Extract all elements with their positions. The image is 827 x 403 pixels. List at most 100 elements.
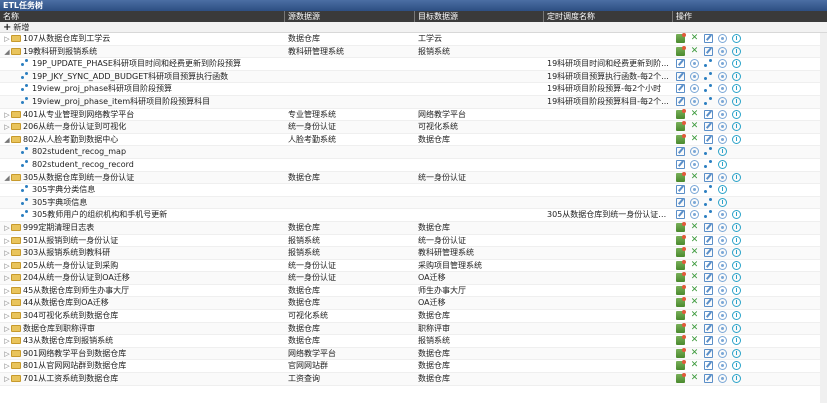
schedule-icon[interactable] [732,71,741,81]
tree-row[interactable]: ▷ 206从统一身份认证到可视化 统一身份认证 可视化系统 ✕ [0,121,827,134]
delete-icon[interactable]: ✕ [690,348,699,358]
edit-icon[interactable] [676,210,685,220]
view-icon[interactable] [690,147,699,157]
edit-icon[interactable] [704,222,713,232]
import-icon[interactable] [676,247,686,258]
edit-icon[interactable] [704,374,713,384]
view-icon[interactable] [718,311,727,321]
view-icon[interactable] [690,84,699,94]
view-icon[interactable] [690,59,699,69]
schedule-icon[interactable] [718,197,727,207]
edit-icon[interactable] [676,147,685,157]
tree-row[interactable]: ▷ 45从数据仓库到师生办事大厅 数据仓库 师生办事大厅 ✕ [0,284,827,298]
schedule-icon[interactable] [732,248,741,258]
schedule-icon[interactable] [732,336,741,346]
import-icon[interactable] [676,171,686,182]
view-icon[interactable] [718,46,727,56]
tree-row[interactable]: ▷ 701从工资系统到数据仓库 工资查询 数据仓库 ✕ [0,373,827,386]
schedule-icon[interactable] [732,122,741,132]
expand-icon[interactable]: ▷ [3,310,11,323]
view-icon[interactable] [718,134,727,144]
view-icon[interactable] [718,374,727,384]
delete-icon[interactable]: ✕ [690,109,699,119]
import-icon[interactable] [676,284,686,295]
edit-icon[interactable] [704,46,713,56]
import-icon[interactable] [676,310,686,321]
vertical-scrollbar[interactable] [820,33,827,403]
tree-row[interactable]: ▷ 303从报销系统到教科研 报销系统 教科研管理系统 ✕ [0,247,827,260]
view-icon[interactable] [690,159,699,169]
delete-icon[interactable]: ✕ [690,273,699,282]
tree-row[interactable]: 19view_proj_phase_item科研项目阶段预算科目 19科研项目阶… [0,95,827,109]
expand-icon[interactable]: ▷ [3,247,11,260]
schedule-icon[interactable] [718,185,727,195]
delete-icon[interactable]: ✕ [690,361,699,370]
edit-icon[interactable] [704,298,713,308]
view-icon[interactable] [718,298,727,308]
tree-row[interactable]: 305字典分类信息 [0,184,827,197]
delete-icon[interactable]: ✕ [690,374,699,383]
edit-icon[interactable] [676,59,685,69]
column-header-name[interactable]: 名称 [0,11,285,22]
expand-icon[interactable]: ▷ [3,373,11,386]
tree-row[interactable]: 19view_proj_phase科研项目阶段预算 19科研项目阶段预算-每2个… [0,83,827,96]
delete-icon[interactable]: ✕ [690,285,699,295]
schedule-icon[interactable] [732,109,741,119]
delete-icon[interactable]: ✕ [690,46,699,56]
view-icon[interactable] [718,285,727,295]
import-icon[interactable] [676,108,686,119]
schedule-icon[interactable] [732,46,741,56]
expand-icon[interactable]: ▷ [3,121,11,134]
view-icon[interactable] [690,197,699,207]
delete-icon[interactable]: ✕ [690,311,699,320]
schedule-icon[interactable] [732,222,741,232]
tree-row[interactable]: ◢ 305从数据仓库到统一身份认证 数据仓库 统一身份认证 ✕ [0,171,827,185]
tree-row[interactable]: ▷ 204从统一身份认证到OA迁移 统一身份认证 OA迁移 ✕ [0,272,827,285]
tree-row[interactable]: ▷ 304可视化系统到数据仓库 可视化系统 数据仓库 ✕ [0,310,827,323]
run-icon[interactable] [718,96,727,106]
expand-icon[interactable]: ▷ [3,272,11,285]
import-icon[interactable] [676,259,686,270]
schedule-icon[interactable] [732,348,741,358]
schedule-icon[interactable] [732,273,741,283]
schedule-icon[interactable] [718,147,727,157]
node-icon[interactable] [704,84,713,93]
import-icon[interactable] [676,322,686,333]
edit-icon[interactable] [704,336,713,346]
tree-row[interactable]: ◢ 19教科研到报销系统 教科研管理系统 报销系统 ✕ [0,45,827,59]
view-icon[interactable] [718,34,727,43]
expand-icon[interactable]: ▷ [3,360,11,373]
edit-icon[interactable] [676,96,685,106]
expand-icon[interactable]: ▷ [3,335,11,348]
schedule-icon[interactable] [732,285,741,295]
node-icon[interactable] [704,147,713,156]
edit-icon[interactable] [704,172,713,182]
schedule-icon[interactable] [732,96,741,106]
run-icon[interactable] [718,84,727,94]
tree-row[interactable]: ▷ 501从报销到统一身份认证 报销系统 统一身份认证 ✕ [0,234,827,248]
tree-row[interactable]: ▷ 801从官网网站群到数据仓库 官网网站群 数据仓库 ✕ [0,360,827,374]
import-icon[interactable] [676,335,686,346]
tree-row[interactable]: 802student_recog_map [0,146,827,159]
import-icon[interactable] [676,297,686,308]
node-icon[interactable] [704,197,713,207]
schedule-icon[interactable] [732,59,741,69]
view-icon[interactable] [718,248,727,258]
import-icon[interactable] [676,221,686,232]
import-icon[interactable] [676,45,686,56]
schedule-icon[interactable] [732,210,741,220]
tree-row[interactable]: ▷ 43从数据仓库到报销系统 数据仓库 报销系统 ✕ [0,335,827,348]
collapse-icon[interactable]: ◢ [3,134,11,147]
schedule-icon[interactable] [732,298,741,308]
edit-icon[interactable] [704,34,713,43]
tree-row[interactable]: ▷ 107从数据仓库到工学云 数据仓库 工学云 ✕ [0,33,827,46]
expand-icon[interactable]: ▷ [3,323,11,336]
schedule-icon[interactable] [732,84,741,94]
view-icon[interactable] [718,260,727,270]
edit-icon[interactable] [704,323,713,333]
delete-icon[interactable]: ✕ [690,323,699,333]
edit-icon[interactable] [704,273,713,283]
tree-row[interactable]: ▷ 数据仓库到职称评审 数据仓库 职称评审 ✕ [0,322,827,336]
edit-icon[interactable] [704,260,713,270]
tree-row[interactable]: ▷ 901网络教学平台到数据仓库 网络教学平台 数据仓库 ✕ [0,347,827,361]
